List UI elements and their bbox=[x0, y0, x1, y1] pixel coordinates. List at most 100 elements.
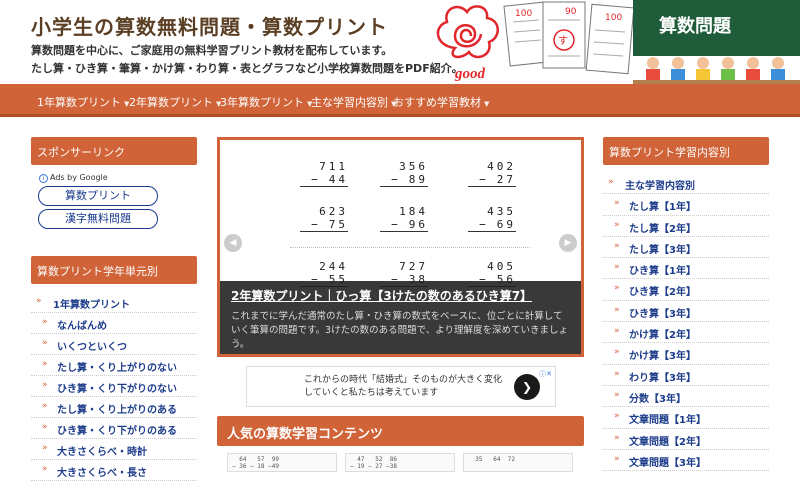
bullet-icon: » bbox=[614, 219, 620, 230]
topic-item[interactable]: » かけ算【2年】 bbox=[603, 322, 769, 344]
ads-by-google[interactable]: i Ads by Google bbox=[39, 173, 197, 183]
topic-label: 文章問題【1年】 bbox=[629, 415, 706, 427]
unit-label: いくつといくつ bbox=[57, 342, 127, 353]
sponsor-heading: スポンサーリンク bbox=[31, 137, 197, 165]
topic-label: わり算【3年】 bbox=[629, 372, 696, 384]
header-banner: 算数問題 bbox=[633, 0, 800, 84]
topic-label: たし算【1年】 bbox=[629, 202, 696, 214]
featured-slider[interactable]: 711−44 356−89 402−27 623−75 184−96 435−69 244−… bbox=[217, 137, 584, 357]
bullet-icon: » bbox=[614, 283, 620, 294]
ad-link-kanji[interactable]: 漢字無料問題 bbox=[38, 209, 158, 229]
slide-title-link[interactable]: 2年算数プリント｜ひっ算【3けたの数のあるひき算7】 bbox=[231, 287, 570, 304]
unit-item[interactable]: » 大きさくらべ・時計 bbox=[31, 439, 197, 460]
bullet-icon: » bbox=[42, 338, 48, 348]
bullet-icon: » bbox=[614, 453, 620, 464]
popular-thumbnail[interactable]: 47 52 86 − 19 − 27 −38 bbox=[345, 453, 455, 472]
site-description-line-2: たし算・ひき算・筆算・かけ算・わり算・表とグラフなど小学校算数問題をPDF紹介。 bbox=[31, 62, 463, 75]
nav-item-by-content[interactable]: 主な学習内容別 ▼ bbox=[311, 94, 396, 110]
topic-item[interactable]: » たし算【2年】 bbox=[603, 216, 769, 237]
bullet-icon: » bbox=[42, 443, 48, 453]
subtraction-problem: 184−96 bbox=[380, 205, 428, 232]
bullet-icon: » bbox=[42, 464, 48, 474]
topic-label: かけ算【2年】 bbox=[629, 330, 696, 342]
ad-arrow-icon[interactable]: ❯ bbox=[514, 374, 540, 400]
header-illustration: good 100 す 90 100 bbox=[436, 1, 635, 82]
unit-item[interactable]: » たし算・くり上がりのある bbox=[31, 397, 197, 418]
nav-item-recommended[interactable]: おすすめ学習教材 ▼ bbox=[393, 94, 489, 110]
topic-label: たし算【3年】 bbox=[629, 244, 696, 256]
worksheet-divider bbox=[290, 247, 530, 248]
slider-prev-icon[interactable]: ◀ bbox=[224, 234, 242, 252]
nav-item-grade-3[interactable]: 3年算数プリント ▼ bbox=[220, 94, 312, 110]
site-title[interactable]: 小学生の算数無料問題・算数プリント bbox=[31, 11, 388, 40]
topics-list: » 主な学習内容別 » たし算【1年】 » たし算【2年】 » たし算【3年】 » ひき算【1年】… bbox=[603, 173, 769, 472]
unit-item[interactable]: » いくつといくつ bbox=[31, 334, 197, 355]
left-sidebar: スポンサーリンク i Ads by Google 算数プリント 漢字無料問題 算数… bbox=[31, 137, 197, 481]
ad-banner[interactable]: これからの時代「結婚式」そのものが大きく変化 していくと私たちは考えています ❯ … bbox=[246, 366, 556, 407]
topic-label: ひき算【3年】 bbox=[629, 308, 696, 320]
main-navigation: 1年算数プリント ▼ 2年算数プリント ▼ 3年算数プリント ▼ 主な学習内容別 ▼ お… bbox=[0, 84, 800, 117]
unit-item[interactable]: » ひき算・くり下がりのある bbox=[31, 418, 197, 439]
unit-item[interactable]: » なんばんめ bbox=[31, 313, 197, 334]
topic-label: 文章問題【2年】 bbox=[629, 436, 706, 448]
popular-thumbnail[interactable]: 64 57 99 − 36 − 18 −49 bbox=[227, 453, 337, 472]
topic-item[interactable]: » たし算【3年】 bbox=[603, 237, 769, 259]
slider-next-icon[interactable]: ▶ bbox=[559, 234, 577, 252]
bullet-icon: » bbox=[614, 198, 620, 209]
units-list: » 1年算数プリント » なんばんめ » いくつといくつ » たし算・くり上がりのない » ひき算… bbox=[31, 292, 197, 481]
topic-label: 分数【3年】 bbox=[629, 393, 686, 405]
bullet-icon: » bbox=[36, 296, 42, 306]
main-content: 711−44 356−89 402−27 623−75 184−96 435−69 244−… bbox=[217, 137, 584, 357]
unit-label: 大きさくらべ・長さ bbox=[57, 468, 147, 479]
unit-label: たし算・くり上がりのない bbox=[57, 363, 177, 374]
bullet-icon: » bbox=[614, 326, 620, 337]
bullet-icon: » bbox=[42, 401, 48, 411]
ad-info-icon[interactable]: ⓘ✕ bbox=[539, 369, 552, 379]
unit-item[interactable]: » ひき算・くり下がりのない bbox=[31, 376, 197, 397]
slide-caption: 2年算数プリント｜ひっ算【3けたの数のあるひき算7】 これまでに学んだ通常のたし… bbox=[220, 281, 581, 354]
banner-title: 算数問題 bbox=[659, 15, 732, 37]
bullet-icon: » bbox=[614, 240, 620, 251]
subtraction-problem: 711−44 bbox=[300, 160, 348, 187]
topic-item[interactable]: » かけ算【3年】 bbox=[603, 343, 769, 365]
topic-item[interactable]: » わり算【3年】 bbox=[603, 365, 769, 386]
topic-item[interactable]: » ひき算【1年】 bbox=[603, 258, 769, 280]
topic-item[interactable]: » 文章問題【2年】 bbox=[603, 429, 769, 450]
bullet-icon: » bbox=[614, 432, 620, 443]
slide-description: これまでに学んだ通常のたし算・ひき算の数式をベースに、位ごとに計算していく筆算の… bbox=[231, 311, 569, 350]
svg-text:す: す bbox=[558, 35, 568, 47]
bullet-icon: » bbox=[614, 347, 620, 358]
unit-parent-item[interactable]: » 1年算数プリント bbox=[31, 292, 197, 313]
unit-label: 1年算数プリント bbox=[53, 300, 130, 311]
topic-item[interactable]: » 文章問題【1年】 bbox=[603, 407, 769, 429]
topics-heading: 算数プリント学習内容別 bbox=[603, 137, 769, 165]
subtraction-problem: 356−89 bbox=[380, 160, 428, 187]
subtraction-problem: 623−75 bbox=[300, 205, 348, 232]
unit-label: ひき算・くり下がりのない bbox=[57, 384, 177, 395]
bullet-icon: » bbox=[614, 411, 620, 422]
chevron-down-icon: ▼ bbox=[484, 100, 490, 108]
unit-item[interactable]: » 大きさくらべ・長さ bbox=[31, 460, 197, 481]
nav-item-grade-2[interactable]: 2年算数プリント ▼ bbox=[129, 94, 221, 110]
topic-label: たし算【2年】 bbox=[629, 223, 696, 235]
subtraction-problem: 435−69 bbox=[468, 205, 516, 232]
unit-label: なんばんめ bbox=[57, 321, 107, 332]
score-mark: 100 bbox=[605, 13, 622, 23]
unit-item[interactable]: » たし算・くり上がりのない bbox=[31, 355, 197, 376]
nav-item-grade-1[interactable]: 1年算数プリント ▼ bbox=[37, 94, 129, 110]
test-paper-icon: 100 す 90 100 bbox=[503, 1, 635, 75]
topic-item[interactable]: » 分数【3年】 bbox=[603, 386, 769, 408]
topic-item[interactable]: » ひき算【2年】 bbox=[603, 279, 769, 301]
topic-parent-item[interactable]: » 主な学習内容別 bbox=[603, 173, 769, 195]
score-mark: 90 bbox=[565, 7, 577, 17]
topic-label: 主な学習内容別 bbox=[625, 181, 695, 192]
topic-item[interactable]: » 文章問題【3年】 bbox=[603, 450, 769, 472]
topic-label: かけ算【3年】 bbox=[629, 351, 696, 363]
bullet-icon: » bbox=[42, 422, 48, 432]
topic-item[interactable]: » ひき算【3年】 bbox=[603, 301, 769, 323]
topic-item[interactable]: » たし算【1年】 bbox=[603, 194, 769, 216]
site-header: 小学生の算数無料問題・算数プリント 算数問題を中心に、ご家庭用の無料学習プリント… bbox=[0, 0, 800, 84]
bullet-icon: » bbox=[42, 380, 48, 390]
popular-thumbnail[interactable]: 35 64 72 bbox=[463, 453, 573, 472]
ad-link-sansu-print[interactable]: 算数プリント bbox=[38, 186, 158, 206]
